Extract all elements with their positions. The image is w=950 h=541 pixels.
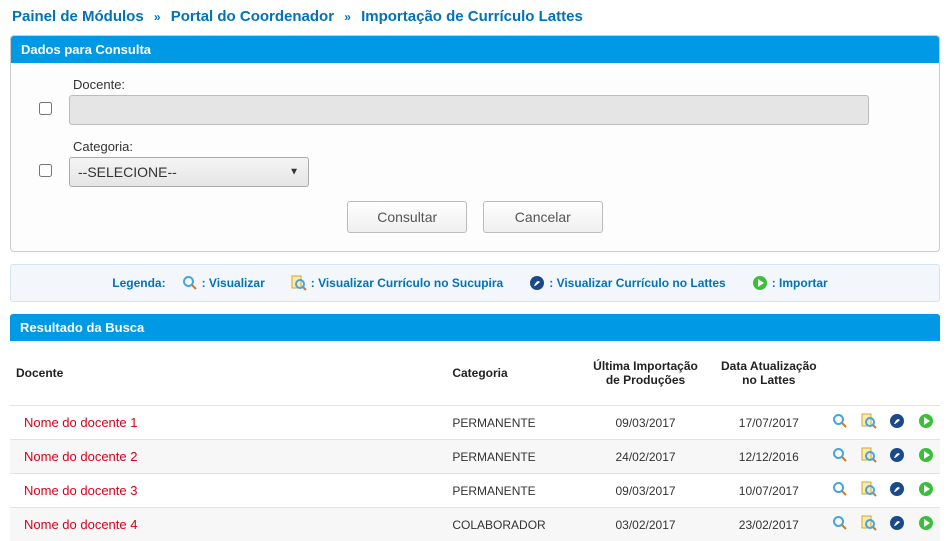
cell-categoria: COLABORADOR [446, 508, 579, 541]
results-table: Docente Categoria Última Importação de P… [10, 341, 940, 541]
cell-data-att: 12/12/2016 [712, 440, 826, 474]
cell-data-att: 10/07/2017 [712, 474, 826, 508]
consultar-button[interactable]: Consultar [347, 201, 467, 233]
breadcrumb: Painel de Módulos » Portal do Coordenado… [0, 0, 950, 35]
table-row: Nome do docente 3 PERMANENTE09/03/201710/… [10, 474, 940, 508]
magnifier-icon[interactable] [832, 515, 848, 531]
legend-item-lattes: : Visualizar Currículo no Lattes [529, 275, 725, 291]
table-row: Nome do docente 4 COLABORADOR03/02/201723… [10, 508, 940, 541]
table-row: Nome do docente 1 PERMANENTE09/03/201717/… [10, 406, 940, 440]
lattes-icon[interactable] [889, 481, 905, 497]
import-icon[interactable] [918, 515, 934, 531]
cell-ultima: 03/02/2017 [579, 508, 712, 541]
magnifier-doc-icon[interactable] [861, 515, 877, 531]
categoria-checkbox[interactable] [39, 164, 52, 177]
cell-ultima: 24/02/2017 [579, 440, 712, 474]
results-panel: Resultado da Busca Docente Categoria Últ… [10, 314, 940, 541]
cell-ultima: 09/03/2017 [579, 406, 712, 440]
col-categoria: Categoria [446, 341, 579, 406]
lattes-icon[interactable] [889, 515, 905, 531]
breadcrumb-separator: » [154, 10, 161, 24]
legend-label: Legenda: [112, 276, 165, 290]
categoria-label: Categoria: [69, 139, 929, 154]
categoria-select[interactable]: --SELECIONE-- [69, 157, 309, 187]
import-icon[interactable] [918, 481, 934, 497]
cell-categoria: PERMANENTE [446, 474, 579, 508]
magnifier-icon[interactable] [832, 413, 848, 429]
docente-link[interactable]: Nome do docente 1 [16, 415, 137, 430]
docente-link[interactable]: Nome do docente 4 [16, 517, 137, 532]
docente-link[interactable]: Nome do docente 2 [16, 449, 137, 464]
cell-data-att: 23/02/2017 [712, 508, 826, 541]
cell-data-att: 17/07/2017 [712, 406, 826, 440]
lattes-icon [529, 275, 545, 291]
magnifier-icon[interactable] [832, 481, 848, 497]
results-title: Resultado da Busca [10, 314, 940, 341]
consulta-panel: Dados para Consulta Docente: Categoria: … [10, 35, 940, 252]
magnifier-icon [182, 275, 198, 291]
import-icon[interactable] [918, 413, 934, 429]
table-row: Nome do docente 2 PERMANENTE24/02/201712/… [10, 440, 940, 474]
breadcrumb-separator: » [344, 10, 351, 24]
breadcrumb-item-painel[interactable]: Painel de Módulos [12, 8, 144, 25]
docente-link[interactable]: Nome do docente 3 [16, 483, 137, 498]
cancelar-button[interactable]: Cancelar [483, 201, 603, 233]
col-data-att: Data Atualização no Lattes [712, 341, 826, 406]
cell-categoria: PERMANENTE [446, 406, 579, 440]
col-docente: Docente [10, 341, 446, 406]
docente-label: Docente: [69, 77, 869, 92]
consulta-panel-title: Dados para Consulta [11, 36, 939, 63]
legend-item-sucupira: : Visualizar Currículo no Sucupira [291, 275, 504, 291]
legend-item-visualizar: : Visualizar [182, 275, 265, 291]
magnifier-icon[interactable] [832, 447, 848, 463]
docente-checkbox[interactable] [39, 102, 52, 115]
magnifier-doc-icon [291, 275, 307, 291]
legend-box: Legenda: : Visualizar : Visualizar Currí… [10, 264, 940, 302]
lattes-icon[interactable] [889, 447, 905, 463]
import-icon[interactable] [918, 447, 934, 463]
col-ultima: Última Importação de Produções [579, 341, 712, 406]
docente-input[interactable] [69, 95, 869, 125]
cell-ultima: 09/03/2017 [579, 474, 712, 508]
magnifier-doc-icon[interactable] [861, 413, 877, 429]
magnifier-doc-icon[interactable] [861, 447, 877, 463]
cell-categoria: PERMANENTE [446, 440, 579, 474]
breadcrumb-item-portal[interactable]: Portal do Coordenador [171, 8, 334, 25]
legend-item-importar: : Importar [752, 275, 828, 291]
breadcrumb-item-importacao[interactable]: Importação de Currículo Lattes [361, 8, 583, 25]
magnifier-doc-icon[interactable] [861, 481, 877, 497]
lattes-icon[interactable] [889, 413, 905, 429]
import-icon [752, 275, 768, 291]
